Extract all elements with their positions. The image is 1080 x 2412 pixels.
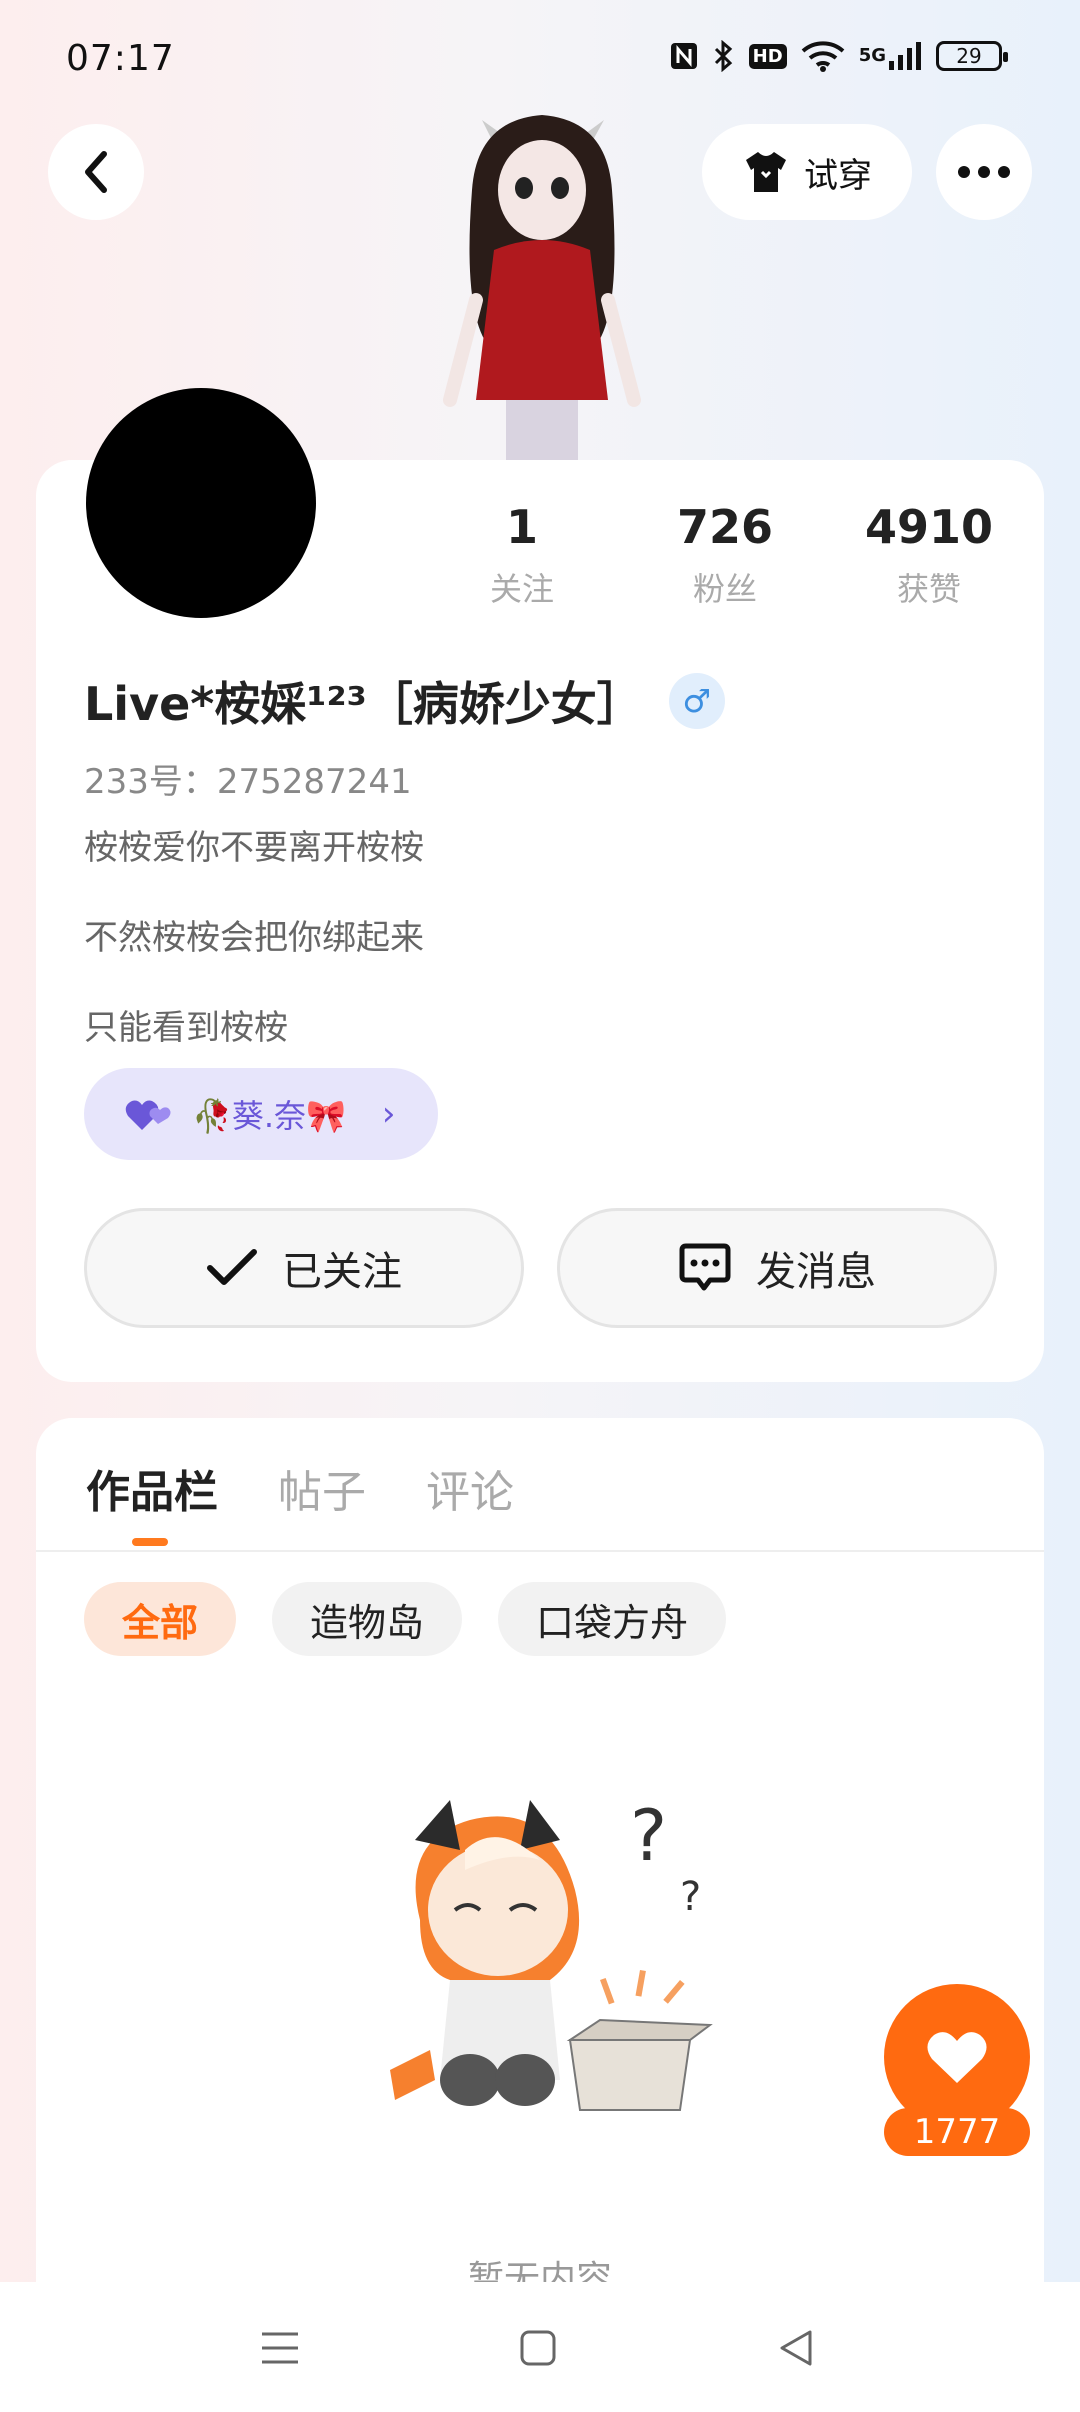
more-dot xyxy=(998,166,1010,178)
filter-all[interactable]: 全部 xyxy=(84,1582,237,1656)
avatar[interactable] xyxy=(86,388,316,618)
checkmark-icon xyxy=(207,1249,257,1285)
filter-pocket-ark[interactable]: 口袋方舟 xyxy=(498,1582,727,1656)
stat-label: 关注 xyxy=(489,570,554,608)
stat-following[interactable]: 1 关注 xyxy=(422,500,622,610)
chevron-left-icon xyxy=(85,151,107,193)
stat-followers[interactable]: 726 粉丝 xyxy=(625,500,825,610)
bluetooth-icon xyxy=(713,40,735,72)
gender-male-icon: ♂ xyxy=(668,673,725,729)
tabs-divider xyxy=(36,1550,1044,1552)
bio-line: 桉桉爱你不要离开桉桉 xyxy=(84,828,424,868)
user-id: 233号：275287241 xyxy=(84,762,412,802)
nickname: Live*桉婇¹²³［病娇少女］ ♂ xyxy=(84,668,725,734)
stat-value: 1 xyxy=(505,500,538,554)
square-icon xyxy=(520,2330,556,2366)
shirt-icon xyxy=(746,152,786,192)
stat-label: 粉丝 xyxy=(692,570,757,608)
back-nav-button[interactable] xyxy=(766,2318,826,2378)
more-dot xyxy=(978,166,990,178)
try-on-label: 试穿 xyxy=(804,155,872,196)
svg-text:?: ? xyxy=(680,1874,701,1920)
back-button[interactable] xyxy=(48,124,144,220)
tab-posts[interactable]: 帖子 xyxy=(278,1456,366,1520)
stat-value: 4910 xyxy=(864,500,994,554)
svg-text:?: ? xyxy=(630,1795,667,1877)
nfc-icon xyxy=(669,41,699,71)
more-dot xyxy=(958,166,970,178)
try-on-button[interactable]: 试穿 xyxy=(702,124,912,220)
filter-chips: 全部 造物岛 口袋方舟 xyxy=(84,1582,727,1656)
triangle-back-icon xyxy=(780,2330,812,2366)
chat-bubble-icon xyxy=(679,1243,731,1291)
5g-signal-icon: 5G xyxy=(859,41,922,71)
bio-line: 只能看到桉桉 xyxy=(84,1008,288,1048)
tab-works[interactable]: 作品栏 xyxy=(86,1456,218,1520)
filter-creation-island[interactable]: 造物岛 xyxy=(272,1582,463,1656)
hd-icon: HD xyxy=(748,43,787,69)
status-icons: HD 5G 29 xyxy=(669,40,1008,72)
heart-icon xyxy=(927,2032,987,2083)
active-tab-indicator xyxy=(132,1538,168,1546)
content-tabs: 作品栏 帖子 评论 xyxy=(86,1456,514,1520)
empty-state-illustration: ? ? xyxy=(360,1780,760,2180)
followed-label: 已关注 xyxy=(282,1249,402,1295)
avatar-character-image xyxy=(432,100,652,470)
double-heart-icon xyxy=(125,1100,171,1130)
relationship-tag-label: 🥀葵.奈🎀 xyxy=(192,1097,346,1135)
status-time: 07:17 xyxy=(66,38,175,79)
nickname-text: Live*桉婇¹²³［病娇少女］ xyxy=(84,677,643,731)
chevron-right-icon: › xyxy=(381,1094,396,1134)
system-nav-bar xyxy=(0,2282,1080,2412)
menu-icon xyxy=(262,2332,298,2364)
send-message-label: 发消息 xyxy=(756,1249,876,1295)
bio-line: 不然桉桉会把你绑起来 xyxy=(84,918,424,958)
followed-button[interactable]: 已关注 xyxy=(84,1208,524,1328)
more-options-button[interactable] xyxy=(936,124,1032,220)
like-count: 1777 xyxy=(884,2108,1030,2156)
stat-value: 726 xyxy=(676,500,774,554)
stat-label: 获赞 xyxy=(896,570,961,608)
menu-nav-button[interactable] xyxy=(250,2318,310,2378)
relationship-tag[interactable]: 🥀葵.奈🎀 › xyxy=(84,1068,438,1160)
tab-comments[interactable]: 评论 xyxy=(426,1456,514,1520)
send-message-button[interactable]: 发消息 xyxy=(557,1208,997,1328)
battery-icon: 29 xyxy=(936,41,1008,71)
stat-likes[interactable]: 4910 获赞 xyxy=(829,500,1029,610)
wifi-icon xyxy=(801,40,845,72)
home-nav-button[interactable] xyxy=(508,2318,568,2378)
